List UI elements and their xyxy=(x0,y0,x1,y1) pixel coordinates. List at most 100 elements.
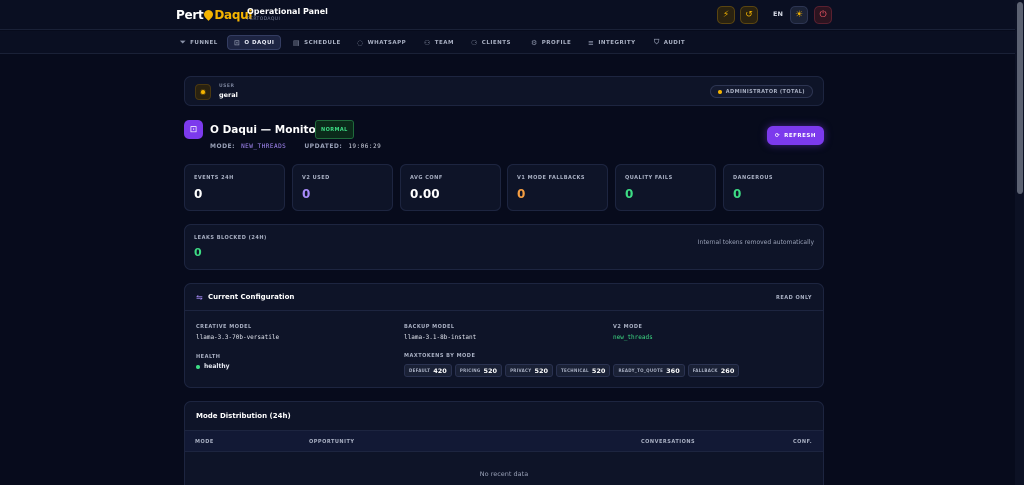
stat-value: 0.00 xyxy=(410,187,440,201)
header-meta: MODE: NEW_THREADS UPDATED: 19:06:29 xyxy=(210,143,381,150)
logo-text-part1: Pert xyxy=(176,8,204,22)
stat-card-v1-fallbacks: V1 MODE FALLBACKS 0 xyxy=(507,164,608,211)
table-header: MODE OPPORTUNITY CONVERSATIONS CONF. xyxy=(185,430,823,452)
leaks-note: Internal tokens removed automatically xyxy=(697,239,814,246)
token-value: 360 xyxy=(666,366,680,375)
column-header-conf[interactable]: CONF. xyxy=(793,439,812,445)
team-icon: ⚇ xyxy=(424,38,431,47)
logout-button[interactable]: ⏻ xyxy=(814,6,832,24)
maxtokens-label: MAXTOKENS BY MODE xyxy=(404,353,476,359)
stat-label: DANGEROUS xyxy=(733,175,773,181)
stat-value: 0 xyxy=(302,187,311,201)
page-title: O Daqui — Monitor xyxy=(210,124,321,136)
app-title: Operational Panel xyxy=(247,7,328,16)
user-label: USER xyxy=(219,84,235,89)
v2-mode-label: V2 MODE xyxy=(613,324,643,330)
funnel-icon: ⏷ xyxy=(180,38,187,46)
nav-item-clients[interactable]: ⚆ CLIENTS xyxy=(465,35,517,50)
v2-mode-value: new_threads xyxy=(613,334,653,341)
nav-item-o-daqui[interactable]: ⊡ O DAQUI xyxy=(227,35,282,50)
stat-card-quality-fails: QUALITY FAILS 0 xyxy=(615,164,716,211)
health-label: HEALTH xyxy=(196,354,221,360)
creative-model-value: llama-3.3-70b-versatile xyxy=(196,334,280,341)
page-scrollbar[interactable] xyxy=(1015,0,1024,485)
nav-item-funnel[interactable]: ⏷ FUNNEL xyxy=(174,35,224,50)
nav-item-label: CLIENTS xyxy=(481,39,511,46)
token-chip: DEFAULT 420 xyxy=(404,364,452,377)
list-icon: ≡ xyxy=(588,38,595,47)
token-chip: PRIVACY 520 xyxy=(505,364,554,377)
brand-logo[interactable]: Pert Daqui xyxy=(176,8,253,22)
alerts-button[interactable]: ⚡ xyxy=(717,6,735,24)
role-dot-icon xyxy=(717,89,722,94)
language-selector[interactable]: EN xyxy=(773,10,783,18)
nav-item-label: TEAM xyxy=(434,39,455,46)
nav-item-label: WHATSAPP xyxy=(367,39,407,46)
nav-item-integrity[interactable]: ≡ INTEGRITY xyxy=(582,35,642,50)
stat-label: V2 USED xyxy=(302,175,330,181)
mode-label: MODE: xyxy=(210,143,236,150)
nav-item-team[interactable]: ⚇ TEAM xyxy=(418,35,460,50)
token-key: PRICING xyxy=(459,368,481,373)
token-value: 520 xyxy=(534,366,549,375)
token-value: 520 xyxy=(483,366,498,375)
mode-value: NEW_THREADS xyxy=(241,143,287,150)
health-dot-icon xyxy=(196,364,200,369)
token-chip: READY_TO_QUOTE 360 xyxy=(613,364,685,377)
stat-label: QUALITY FAILS xyxy=(625,175,673,181)
config-header: ⇋ Current Configuration READ ONLY xyxy=(185,284,823,311)
stat-value: 0 xyxy=(194,187,203,201)
sun-icon: ☀ xyxy=(794,10,804,20)
nav-item-label: AUDIT xyxy=(663,39,686,46)
token-value: 260 xyxy=(720,366,735,375)
nav-item-schedule[interactable]: ▤ SCHEDULE xyxy=(287,35,347,50)
mode-distribution-card: Mode Distribution (24h) MODE OPPORTUNITY… xyxy=(184,401,824,485)
undo-button[interactable]: ↺ xyxy=(740,6,758,24)
nav-item-label: FUNNEL xyxy=(190,39,218,46)
stat-card-v2-used: V2 USED 0 xyxy=(292,164,393,211)
stat-card-events: EVENTS 24H 0 xyxy=(184,164,285,211)
scrollbar-thumb[interactable] xyxy=(1017,2,1023,194)
shield-icon: ⛉ xyxy=(654,38,660,46)
refresh-button[interactable]: ⟳ REFRESH xyxy=(767,126,824,145)
token-value: 520 xyxy=(591,366,606,375)
robot-icon: ⊡ xyxy=(184,120,203,139)
refresh-label: REFRESH xyxy=(784,132,816,139)
whatsapp-icon: ◌ xyxy=(357,38,364,47)
token-key: DEFAULT xyxy=(409,368,431,373)
stat-label: EVENTS 24H xyxy=(194,175,234,181)
stat-card-dangerous: DANGEROUS 0 xyxy=(723,164,824,211)
leaks-card: LEAKS BLOCKED (24H) 0 Internal tokens re… xyxy=(184,224,824,270)
calendar-icon: ▤ xyxy=(293,38,301,47)
nav-item-whatsapp[interactable]: ◌ WHATSAPP xyxy=(351,35,412,50)
main-nav: ⏷ FUNNEL ⊡ O DAQUI ▤ SCHEDULE ◌ WHATSAPP… xyxy=(0,31,1015,54)
stat-value: 0 xyxy=(517,187,526,201)
power-icon: ⏻ xyxy=(819,10,827,20)
token-key: TECHNICAL xyxy=(561,368,589,373)
undo-icon: ↺ xyxy=(745,10,753,20)
token-key: PRIVACY xyxy=(510,368,532,373)
health-status: healthy xyxy=(196,363,230,370)
config-title: Current Configuration xyxy=(208,293,295,301)
column-header-conversations[interactable]: CONVERSATIONS xyxy=(641,439,695,445)
column-header-mode[interactable]: MODE xyxy=(195,439,214,445)
token-key: FALLBACK xyxy=(692,368,718,373)
token-chip: TECHNICAL 520 xyxy=(556,364,611,377)
updated-label: UPDATED: xyxy=(304,143,343,150)
stat-value: 0 xyxy=(733,187,742,201)
stat-card-avg-conf: AVG CONF 0.00 xyxy=(400,164,501,211)
sun-icon: ✹ xyxy=(199,87,207,97)
theme-toggle-button[interactable]: ☀ xyxy=(790,6,808,24)
nav-item-audit[interactable]: ⛉ AUDIT xyxy=(648,35,691,50)
token-key: READY_TO_QUOTE xyxy=(618,368,664,373)
nav-item-label: PROFILE xyxy=(541,39,572,46)
lightning-icon: ⚡ xyxy=(722,10,730,20)
gear-icon: ⚙ xyxy=(531,38,538,47)
nav-item-label: INTEGRITY xyxy=(598,39,636,46)
column-header-opportunity[interactable]: OPPORTUNITY xyxy=(309,439,355,445)
nav-item-profile[interactable]: ⚙ PROFILE xyxy=(525,35,577,50)
token-value: 420 xyxy=(433,366,447,375)
stat-label: V1 MODE FALLBACKS xyxy=(517,175,586,181)
readonly-label: READ ONLY xyxy=(776,295,812,301)
empty-state: No recent data xyxy=(479,470,529,478)
